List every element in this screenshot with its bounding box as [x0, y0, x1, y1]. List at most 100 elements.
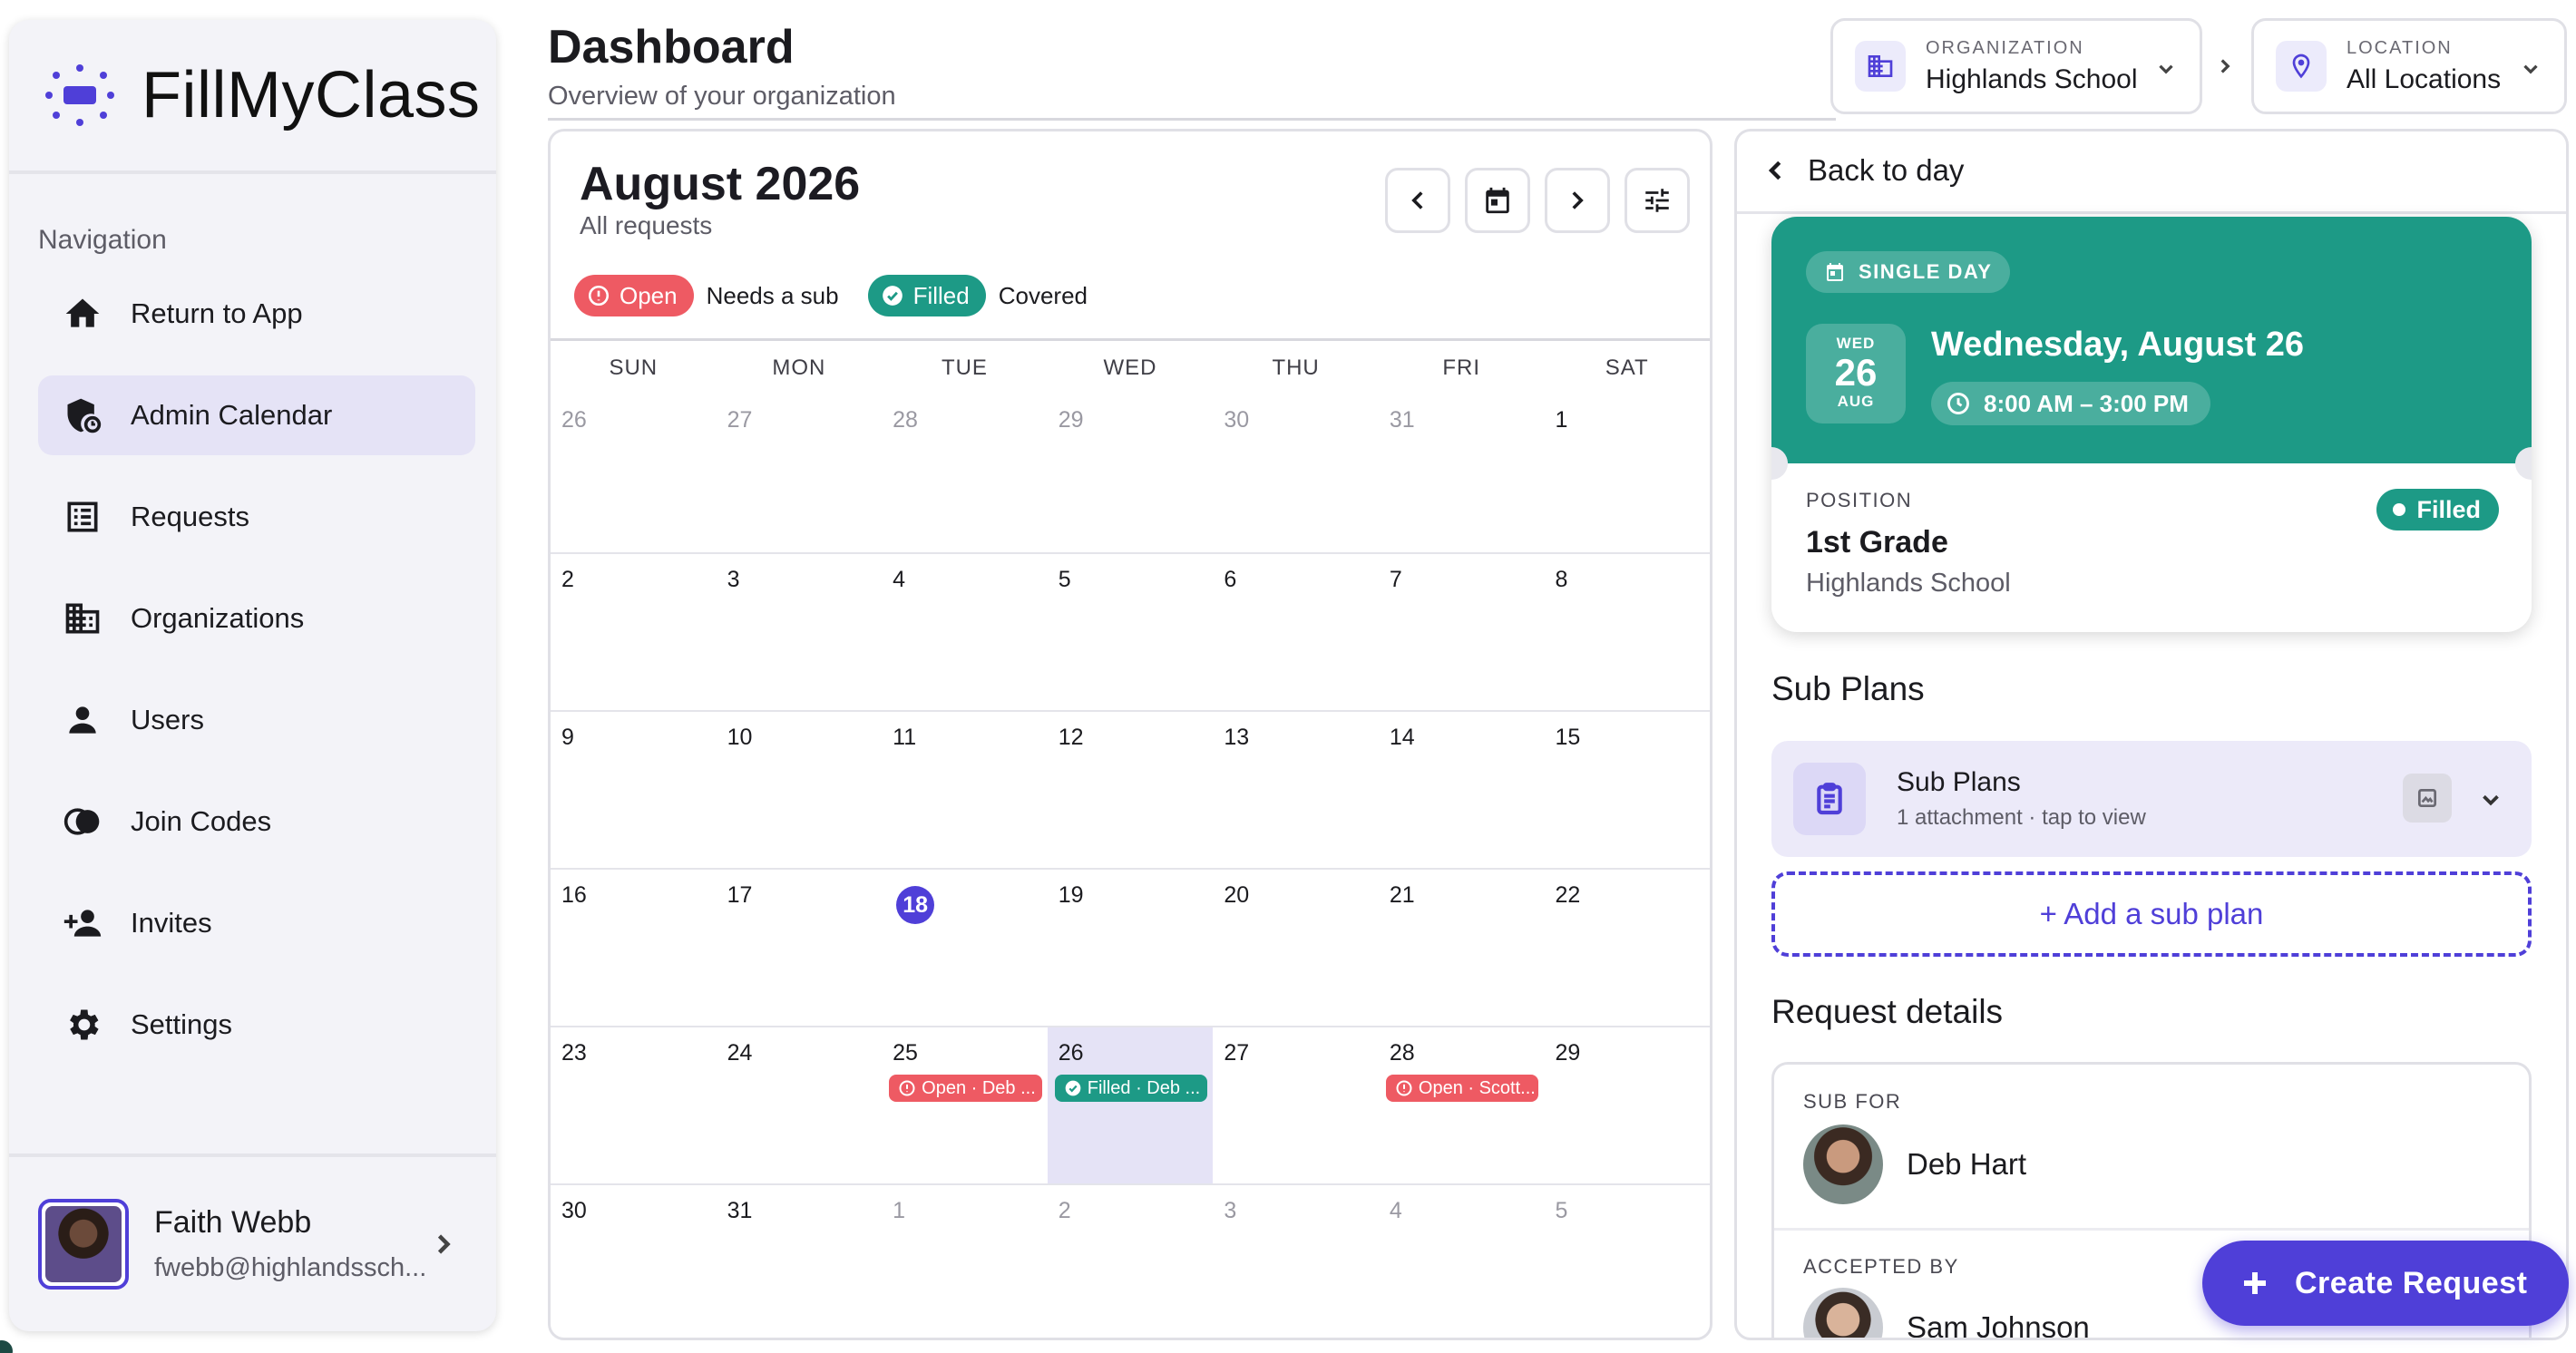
date-badge: WED 26 AUG [1806, 324, 1906, 423]
calendar-day-cell[interactable]: 8 [1544, 554, 1710, 710]
calendar-day-cell[interactable]: 3 [717, 554, 883, 710]
calendar-day-cell[interactable]: 29 [1048, 394, 1214, 552]
calendar-day-cell[interactable]: 15 [1544, 712, 1710, 868]
calendar-day-cell[interactable]: 16 [551, 870, 717, 1026]
calendar-day-cell[interactable]: 21 [1379, 870, 1545, 1026]
calendar-day-cell[interactable]: 28 [882, 394, 1048, 552]
sidebar-item-settings[interactable]: Settings [38, 985, 475, 1065]
date-number: 28 [1389, 1040, 1415, 1066]
position-caption: POSITION [1806, 489, 1913, 511]
calendar-day-cell[interactable]: 9 [551, 712, 717, 868]
calendar-day-cell[interactable]: 3 [1213, 1185, 1379, 1338]
user-profile-card[interactable]: Faith Webb fwebb@highlandssch... [9, 1153, 496, 1331]
calendar-day-cell[interactable]: 5 [1544, 1185, 1710, 1338]
calendar-day-cell[interactable]: 19 [1048, 870, 1214, 1026]
date-number: 27 [727, 407, 753, 433]
sidebar-item-admin-calendar[interactable]: Admin Calendar [38, 375, 475, 455]
date-number: 9 [561, 725, 574, 750]
weekday-label: SUN [609, 355, 659, 380]
calendar-day-cell[interactable]: 14 [1379, 712, 1545, 868]
previous-month-button[interactable] [1385, 168, 1450, 233]
date-number: 31 [1389, 407, 1415, 433]
accepted-by-caption: ACCEPTED BY [1803, 1255, 1959, 1278]
organization-selector-text: ORGANIZATION Highlands School [1926, 38, 2137, 95]
legend-open-text: Needs a sub [706, 281, 839, 309]
calendar-day-cell[interactable]: 26 Filled · Deb ... [1047, 1027, 1214, 1183]
date-number: 23 [561, 1040, 587, 1066]
back-to-day-button[interactable]: Back to day [1762, 153, 1964, 188]
date-number: 3 [727, 567, 740, 592]
header-divider [548, 118, 1836, 121]
calendar-day-cell[interactable]: 30 [1213, 394, 1379, 552]
calendar-day-cell[interactable]: 18 [882, 870, 1048, 1026]
filter-button[interactable] [1625, 168, 1690, 233]
calendar-event-filled[interactable]: Filled · Deb ... [1054, 1075, 1208, 1102]
date-number: 1 [893, 1198, 906, 1223]
chevron-down-icon[interactable] [2477, 786, 2504, 813]
calendar-day-cell[interactable]: 31 [717, 1185, 883, 1338]
calendar-day-cell[interactable]: 27 [1213, 1027, 1379, 1183]
calendar-day-cell[interactable]: 27 [717, 394, 883, 552]
date-number: 21 [1389, 882, 1415, 908]
calendar-day-cell[interactable]: 17 [717, 870, 883, 1026]
calendar-day-cell[interactable]: 2 [551, 554, 717, 710]
brand: FillMyClass [9, 20, 496, 174]
calendar-day-cell[interactable]: 20 [1213, 870, 1379, 1026]
organization-selector[interactable]: ORGANIZATION Highlands School [1830, 18, 2202, 114]
date-number: 5 [1058, 567, 1071, 592]
sliders-icon [1645, 189, 1669, 212]
calendar-event-open[interactable]: Open · Scott... [1385, 1075, 1539, 1102]
sub-plans-attachment[interactable]: Sub Plans 1 attachment · tap to view [1771, 741, 2532, 857]
calendar-day-cell[interactable]: 1 [882, 1185, 1048, 1338]
date-number: 15 [1555, 725, 1581, 750]
today-button[interactable] [1465, 168, 1530, 233]
calendar-day-cell[interactable]: 12 [1048, 712, 1214, 868]
sidebar-item-invites[interactable]: Invites [38, 883, 475, 963]
app-name: FillMyClass [141, 59, 481, 131]
calendar-day-cell[interactable]: 5 [1048, 554, 1214, 710]
location-selector[interactable]: LOCATION All Locations [2251, 18, 2567, 114]
calendar-day-cell[interactable]: 30 [551, 1185, 717, 1338]
sidebar-item-return-to-app[interactable]: Return to App [38, 274, 475, 354]
sidebar-item-users[interactable]: Users [38, 680, 475, 760]
calendar-day-cell[interactable]: 25 Open · Deb ... [882, 1027, 1048, 1183]
sidebar-item-organizations[interactable]: Organizations [38, 579, 475, 658]
calendar-day-cell[interactable]: 31 [1379, 394, 1545, 552]
chevron-right-icon [427, 1228, 460, 1261]
calendar-day-cell[interactable]: 23 [551, 1027, 717, 1183]
calendar-day-cell[interactable]: 10 [717, 712, 883, 868]
sidebar-item-label: Requests [131, 501, 249, 532]
calendar-day-cell[interactable]: 28 Open · Scott... [1379, 1027, 1545, 1183]
calendar-day-cell[interactable]: 29 [1544, 1027, 1710, 1183]
sidebar-item-join-codes[interactable]: Join Codes [38, 782, 475, 861]
calendar-icon [1486, 187, 1509, 214]
weekday-header: SUN MON TUE WED THU FRI SAT [551, 346, 1710, 400]
calendar-day-cell[interactable]: 7 [1379, 554, 1545, 710]
date-number: 27 [1224, 1040, 1250, 1066]
create-request-button[interactable]: Create Request [2202, 1241, 2569, 1326]
calendar-event-open[interactable]: Open · Deb ... [889, 1075, 1042, 1102]
calendar-day-cell[interactable]: 4 [1379, 1185, 1545, 1338]
calendar-day-cell[interactable]: 13 [1213, 712, 1379, 868]
calendar-day-cell[interactable]: 4 [882, 554, 1048, 710]
calendar-week-row: 26 27 28 29 30 31 1 [551, 394, 1710, 552]
sidebar-item-requests[interactable]: Requests [38, 477, 475, 557]
sub-for-person: Deb Hart [1803, 1124, 2026, 1204]
next-month-button[interactable] [1545, 168, 1610, 233]
legend-open-label: Open [620, 281, 678, 309]
request-summary-card: SINGLE DAY WED 26 AUG Wednesday, August … [1771, 217, 2532, 632]
calendar-day-cell[interactable]: 11 [882, 712, 1048, 868]
calendar-day-cell[interactable]: 22 [1544, 870, 1710, 1026]
request-time-chip: 8:00 AM – 3:00 PM [1931, 382, 2210, 425]
image-icon[interactable] [2403, 774, 2452, 823]
date-number: 5 [1555, 1198, 1568, 1223]
calendar-day-cell[interactable]: 1 [1544, 394, 1710, 552]
calendar-day-cell[interactable]: 2 [1048, 1185, 1214, 1338]
calendar-day-cell[interactable]: 26 [551, 394, 717, 552]
calendar-day-cell[interactable]: 6 [1213, 554, 1379, 710]
date-number: 26 [1058, 1040, 1084, 1066]
gear-icon [62, 1004, 103, 1046]
calendar-day-cell[interactable]: 24 [717, 1027, 883, 1183]
add-sub-plan-button[interactable]: + Add a sub plan [1771, 871, 2532, 957]
request-summary-header: SINGLE DAY WED 26 AUG Wednesday, August … [1771, 217, 2532, 463]
